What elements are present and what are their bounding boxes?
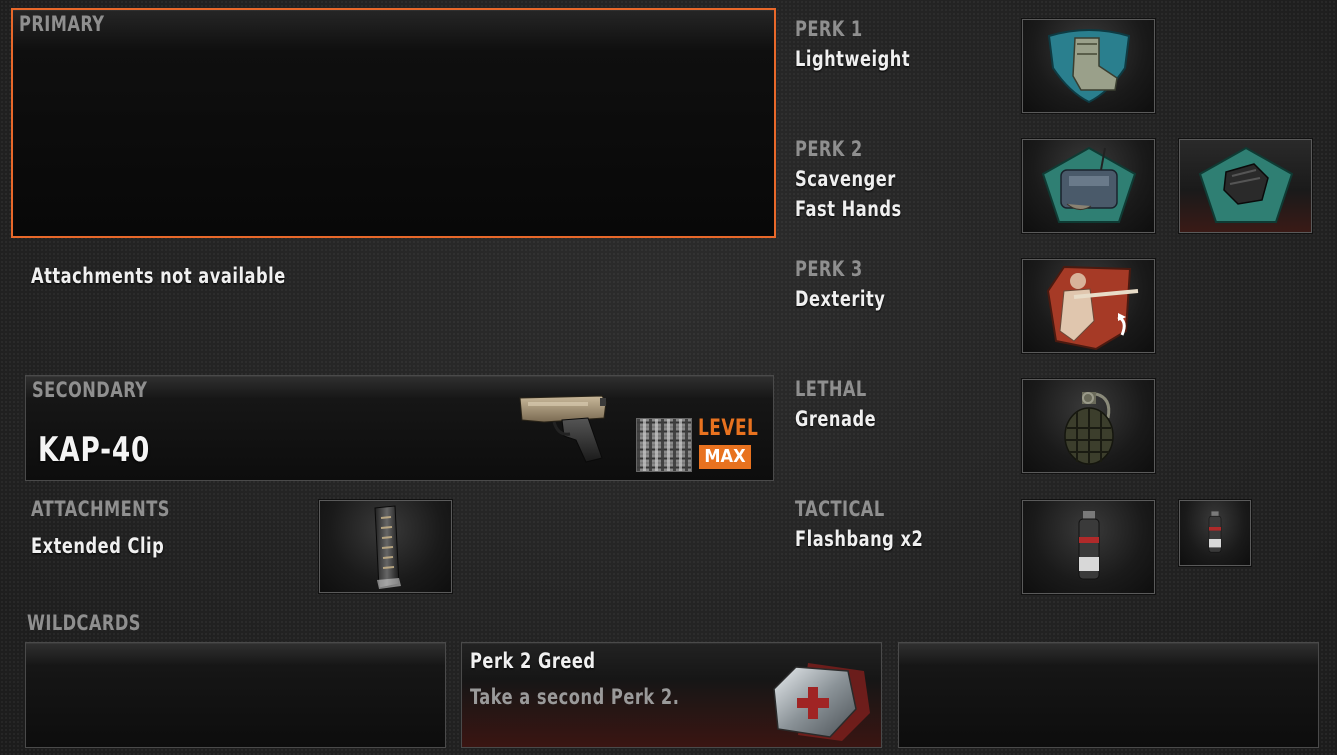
- perk3-label: PERK 3: [795, 257, 863, 281]
- wildcard-slot-1[interactable]: [25, 642, 446, 748]
- tactical-slot-1[interactable]: [1021, 499, 1156, 595]
- lethal-label: LETHAL: [795, 377, 867, 401]
- tactical-label: TACTICAL: [795, 497, 885, 521]
- attachment-value: Extended Clip: [31, 534, 165, 558]
- dexterity-soldier-icon: [1046, 265, 1138, 351]
- tactical-slot-2[interactable]: [1178, 499, 1252, 567]
- camo-swatch-icon: [636, 418, 692, 472]
- primary-weapon-panel[interactable]: PRIMARY: [11, 8, 776, 238]
- perk2-value-1: Scavenger: [795, 167, 896, 191]
- perk2-slot-1[interactable]: [1021, 138, 1156, 234]
- lethal-value: Grenade: [795, 407, 877, 431]
- perk1-slot[interactable]: [1021, 18, 1156, 114]
- pistol-icon: [514, 392, 610, 466]
- perk2-slot-2[interactable]: [1178, 138, 1313, 234]
- wildcards-label: WILDCARDS: [27, 611, 141, 635]
- perk1-value: Lightweight: [795, 47, 911, 71]
- extended-clip-slot[interactable]: [318, 499, 453, 594]
- flashbang-icon: [1078, 511, 1099, 580]
- wildcard-title: Perk 2 Greed: [470, 649, 596, 673]
- flashbang-small-icon: [1208, 511, 1222, 553]
- secondary-weapon-name: KAP-40: [38, 430, 151, 470]
- primary-attachments-status: Attachments not available: [31, 264, 286, 288]
- grenade-icon: [1063, 392, 1114, 465]
- magazine-icon: [373, 504, 401, 589]
- wildcard-slot-2[interactable]: Perk 2 Greed Take a second Perk 2.: [461, 642, 882, 748]
- scavenger-backpack-icon: [1041, 146, 1136, 223]
- level-max-badge: MAX: [699, 445, 751, 469]
- fast-hands-glove-icon: [1198, 146, 1293, 223]
- perk3-slot[interactable]: [1021, 258, 1156, 354]
- level-label: LEVEL: [698, 416, 759, 441]
- tactical-value: Flashbang x2: [795, 527, 924, 551]
- secondary-weapon-panel[interactable]: SECONDARY KAP-40 LEVEL MAX: [25, 375, 774, 481]
- perk1-label: PERK 1: [795, 17, 863, 41]
- primary-label: PRIMARY: [19, 12, 105, 36]
- perk3-value: Dexterity: [795, 287, 886, 311]
- perk2-label: PERK 2: [795, 137, 863, 161]
- wildcard-description: Take a second Perk 2.: [470, 685, 680, 709]
- perk2-value-2: Fast Hands: [795, 197, 902, 221]
- wildcard-slot-3[interactable]: [898, 642, 1319, 748]
- secondary-label: SECONDARY: [32, 378, 148, 402]
- perk-greed-icon: [773, 663, 870, 741]
- lethal-slot[interactable]: [1021, 378, 1156, 474]
- attachments-label: ATTACHMENTS: [31, 497, 170, 521]
- lightweight-boot-icon: [1047, 29, 1130, 104]
